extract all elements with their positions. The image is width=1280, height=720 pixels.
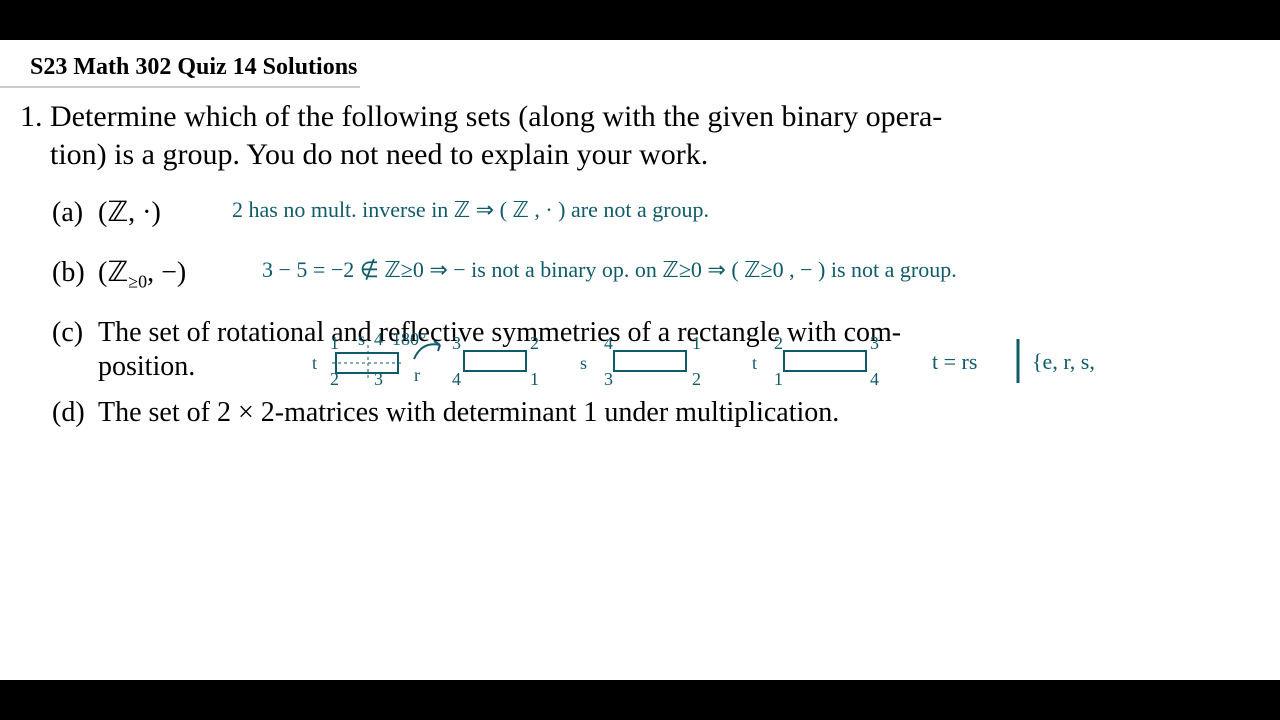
document-page: S23 Math 302 Quiz 14 Solutions 1.Determi… (0, 40, 1280, 680)
diagram-t-label-2: t (752, 353, 757, 373)
item-a: (a)(ℤ, ·) 2 has no mult. inverse in ℤ ⇒ … (52, 195, 1242, 255)
diagram-s-label-1: s (358, 329, 365, 349)
item-c-printed-line2: position. (98, 349, 195, 385)
corner-1-2: 2 (330, 369, 339, 389)
diagram-result: t = rs (932, 349, 977, 375)
diagram-t-label-1: t (312, 353, 317, 373)
corner-3-4: 4 (604, 333, 613, 353)
item-a-handwriting: 2 has no mult. inverse in ℤ ⇒ ( ℤ , · ) … (232, 197, 709, 223)
corner-3-1: 1 (692, 333, 701, 353)
item-c: (c)The set of rotational and reflective … (52, 315, 1242, 395)
item-list: (a)(ℤ, ·) 2 has no mult. inverse in ℤ ⇒ … (52, 195, 1242, 445)
stem-line-2: tion) is a group. You do not need to exp… (50, 138, 708, 171)
item-b-printed-suffix: , −) (147, 257, 186, 288)
corner-4-4: 4 (870, 369, 879, 389)
video-letterbox-top (0, 0, 1280, 40)
corner-2-4: 4 (452, 369, 461, 389)
item-b-printed-sub: ≥0 (128, 272, 147, 292)
item-b-printed-prefix: (ℤ (98, 257, 128, 288)
corner-1-3: 3 (374, 369, 383, 389)
diagram-s-label-2: s (580, 353, 587, 373)
corner-2-2: 2 (530, 333, 539, 353)
stem-line-1: Determine which of the following sets (a… (50, 100, 942, 133)
item-d-printed: The set of 2 × 2-matrices with determina… (98, 397, 839, 428)
corner-1-4: 4 (374, 329, 383, 349)
diagram-r-label: r (414, 365, 420, 385)
corner-4-1: 1 (774, 369, 783, 389)
diagram-arrow-1 (410, 337, 450, 365)
diagram-rect-3 (608, 345, 698, 381)
question-number: 1. (20, 98, 50, 136)
corner-2-3: 3 (452, 333, 461, 353)
item-b-handwriting: 3 − 5 = −2 ∉ ℤ≥0 ⇒ − is not a binary op.… (262, 257, 957, 283)
diagram-divider (1014, 339, 1022, 383)
item-b-label: (b) (52, 255, 98, 291)
question-stem: 1.Determine which of the following sets … (20, 98, 1220, 174)
item-b: (b)(ℤ≥0, −) 3 − 5 = −2 ∉ ℤ≥0 ⇒ − is not … (52, 255, 1242, 315)
corner-3-3: 3 (604, 369, 613, 389)
corner-3-2: 2 (692, 369, 701, 389)
item-d: (d)The set of 2 × 2-matrices with determ… (52, 395, 1242, 445)
corner-4-3: 3 (870, 333, 879, 353)
corner-2-1: 1 (530, 369, 539, 389)
corner-4-2: 2 (774, 333, 783, 353)
diagram-rect-2 (458, 345, 538, 381)
diagram-set: {e, r, s, (1032, 349, 1095, 375)
title-underline (0, 86, 360, 88)
diagram-rect-1 (330, 343, 410, 385)
diagram-rect-4 (778, 345, 878, 381)
item-a-printed: (ℤ, ·) (98, 197, 161, 228)
item-a-label: (a) (52, 195, 98, 231)
item-c-label: (c) (52, 315, 98, 351)
video-letterbox-bottom (0, 680, 1280, 720)
item-d-label: (d) (52, 395, 98, 431)
corner-1-1: 1 (330, 333, 339, 353)
document-title: S23 Math 302 Quiz 14 Solutions (30, 54, 357, 81)
